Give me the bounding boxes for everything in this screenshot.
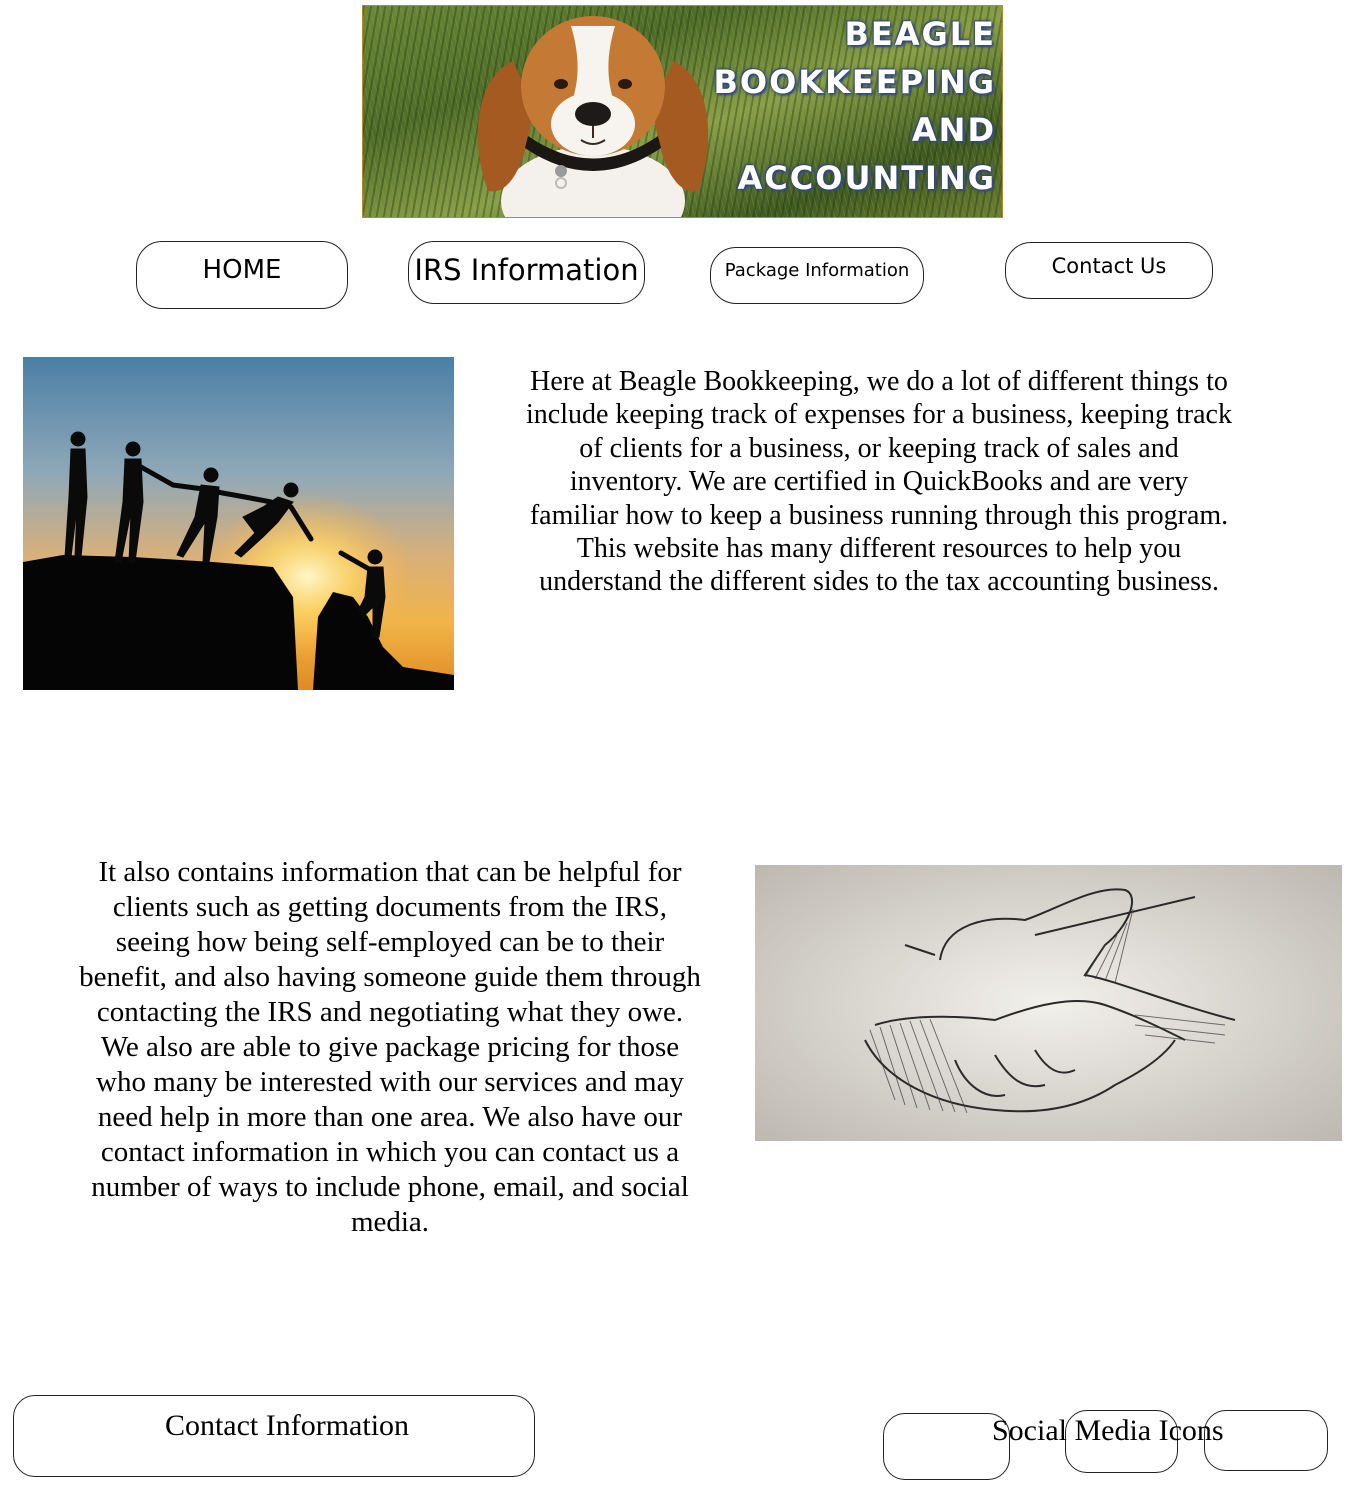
nav-contact-us-label: Contact Us [1051, 253, 1167, 278]
beagle-dog-image [477, 16, 709, 217]
logo-line-and: AND [911, 111, 996, 149]
nav-home-button[interactable]: HOME [136, 241, 348, 309]
nav-home-label: HOME [202, 255, 282, 285]
teamwork-climbing-photo [23, 357, 454, 690]
nav-contact-us-button[interactable]: Contact Us [1005, 242, 1213, 299]
services-paragraph: It also contains information that can be… [79, 856, 701, 1238]
contact-information-label: Contact Information [164, 1409, 410, 1442]
logo-line-bookkeeping: BOOKKEEPING [713, 63, 996, 101]
nav-package-information-label: Package Information [724, 260, 910, 281]
intro-paragraph: Here at Beagle Bookkeeping, we do a lot … [526, 366, 1232, 598]
logo-line-beagle: BEAGLE [844, 15, 996, 53]
nav-package-information-button[interactable]: Package Information [710, 247, 924, 304]
logo-text: BEAGLE BOOKKEEPING AND ACCOUNTING [713, 10, 996, 202]
beagle-logo-banner: BEAGLE BOOKKEEPING AND ACCOUNTING [362, 5, 1003, 218]
handshake-sketch-photo [755, 865, 1342, 1141]
social-media-icons-label: Social Media Icons [992, 1414, 1224, 1447]
nav-irs-information-label: IRS Information [414, 252, 639, 287]
logo-line-accounting: ACCOUNTING [737, 159, 996, 197]
social-media-icon-1[interactable] [883, 1413, 1010, 1480]
nav-irs-information-button[interactable]: IRS Information [408, 241, 645, 304]
